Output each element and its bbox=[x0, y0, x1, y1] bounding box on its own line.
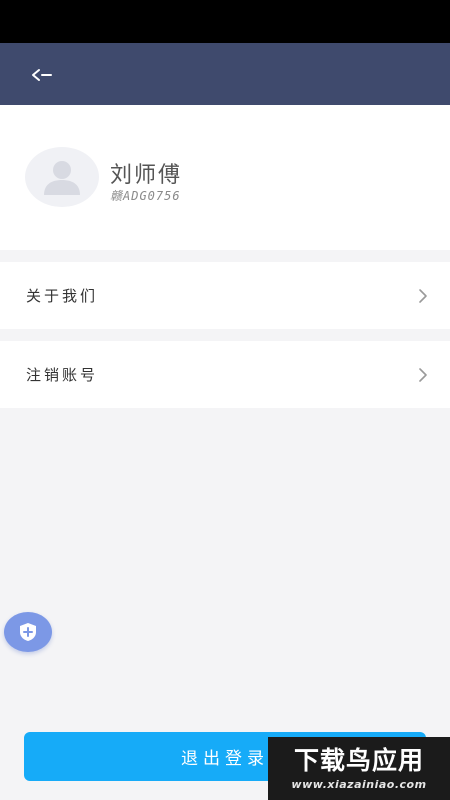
profile-card: 刘师傅 赣ADG0756 bbox=[0, 105, 450, 250]
user-avatar-icon bbox=[44, 161, 80, 195]
watermark-logo: 下载鸟应用 www.xiazainiao.com bbox=[268, 737, 450, 800]
status-bar bbox=[0, 0, 450, 43]
chevron-right-icon bbox=[419, 367, 427, 382]
menu-item-label: 注销账号 bbox=[26, 366, 99, 384]
avatar[interactable] bbox=[25, 147, 99, 207]
menu-item-delete-account[interactable]: 注销账号 bbox=[0, 341, 450, 408]
watermark-url: www.xiazainiao.com bbox=[291, 778, 427, 791]
user-name: 刘师傅 bbox=[110, 163, 183, 188]
safety-fab-button[interactable] bbox=[4, 612, 52, 652]
menu-item-about-us[interactable]: 关于我们 bbox=[0, 262, 450, 329]
chevron-right-icon bbox=[419, 288, 427, 303]
license-plate: 赣ADG0756 bbox=[110, 189, 181, 203]
shield-plus-icon bbox=[20, 623, 36, 641]
menu-item-label: 关于我们 bbox=[26, 287, 99, 305]
watermark-title: 下载鸟应用 bbox=[293, 746, 424, 775]
app-header bbox=[0, 43, 450, 105]
back-button[interactable] bbox=[26, 65, 58, 85]
back-arrow-icon bbox=[32, 69, 52, 81]
